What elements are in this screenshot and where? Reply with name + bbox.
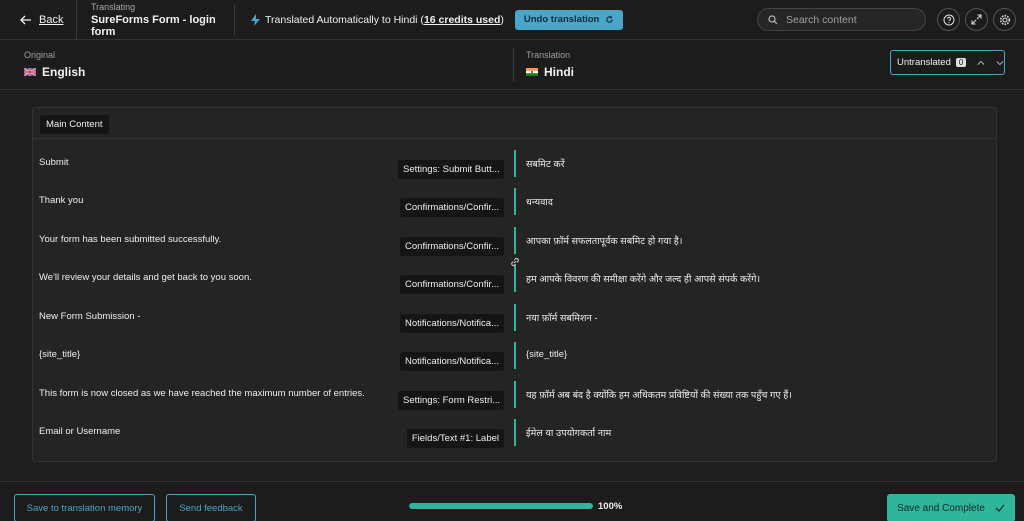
source-text: {site_title} bbox=[39, 349, 81, 360]
undo-label: Undo translation bbox=[523, 14, 600, 25]
source-text: We'll review your details and get back t… bbox=[39, 272, 252, 283]
expand-icon bbox=[971, 14, 982, 25]
credits-used: 16 credits used bbox=[423, 13, 501, 26]
translation-row: {site_title} Notifications/Notifica... {si… bbox=[0, 342, 1024, 387]
context-label: Fields/Text #1: Label bbox=[406, 429, 504, 448]
save-memory-label: Save to translation memory bbox=[26, 502, 143, 514]
translated-indicator bbox=[514, 150, 516, 177]
search-input[interactable] bbox=[786, 13, 916, 26]
india-flag-icon bbox=[526, 68, 538, 76]
progress-fill bbox=[409, 503, 593, 509]
chevron-up-icon[interactable] bbox=[977, 60, 985, 66]
uk-flag-icon bbox=[24, 68, 36, 76]
save-complete-label: Save and Complete bbox=[897, 502, 985, 514]
target-text[interactable]: ईमेल या उपयोगकर्ता नाम bbox=[526, 426, 611, 439]
target-text[interactable]: यह फ़ॉर्म अब बंद है क्योंकि हम अधिकतम प्… bbox=[526, 388, 792, 401]
section-label: Main Content bbox=[40, 115, 109, 134]
chevron-down-icon[interactable] bbox=[996, 60, 1004, 66]
save-and-complete-button[interactable]: Save and Complete bbox=[887, 494, 1015, 521]
context-label: Confirmations/Confir... bbox=[400, 237, 504, 256]
translation-caption: Translation bbox=[526, 50, 571, 60]
auto-translation-text: Translated Automatically to Hindi (16 cr… bbox=[265, 14, 504, 26]
language-bar bbox=[0, 40, 1024, 90]
translation-row: Thank you Confirmations/Confir... धन्यवाद bbox=[0, 188, 1024, 233]
translation-row: New Form Submission - Notifications/Notif… bbox=[0, 304, 1024, 349]
send-feedback-button[interactable]: Send feedback bbox=[166, 494, 256, 521]
translated-indicator bbox=[514, 188, 516, 215]
help-icon bbox=[943, 14, 954, 25]
source-text: Your form has been submitted successfull… bbox=[39, 234, 222, 245]
settings-button[interactable] bbox=[993, 8, 1016, 31]
source-text: Submit bbox=[39, 157, 69, 168]
translated-indicator bbox=[514, 227, 516, 254]
auto-translation-status: Translated Automatically to Hindi (16 cr… bbox=[235, 9, 624, 30]
source-text: This form is now closed as we have reach… bbox=[39, 388, 365, 399]
fullscreen-button[interactable] bbox=[965, 8, 988, 31]
footer-bar: Save to translation memory Send feedback… bbox=[0, 481, 1024, 521]
translation-row: Email or Username Fields/Text #1: Label ईम… bbox=[0, 419, 1024, 464]
translation-row: Submit Settings: Submit Butt... सबमिट करें bbox=[0, 150, 1024, 195]
translation-row: We'll review your details and get back t… bbox=[0, 265, 1024, 310]
translation-language: Translation Hindi bbox=[526, 50, 574, 79]
search-icon bbox=[768, 14, 778, 24]
source-text: Thank you bbox=[39, 195, 84, 206]
context-label: Notifications/Notifica... bbox=[400, 352, 504, 371]
section-divider bbox=[33, 138, 996, 139]
target-text[interactable]: नया फ़ॉर्म सबमिशन - bbox=[526, 311, 598, 324]
source-text: Email or Username bbox=[39, 426, 121, 437]
translated-indicator bbox=[514, 304, 516, 331]
document-title: SureForms Form - login form bbox=[91, 13, 216, 38]
translating-caption: Translating bbox=[91, 1, 136, 12]
source-text: New Form Submission - bbox=[39, 311, 141, 322]
context-label: Notifications/Notifica... bbox=[400, 314, 504, 333]
context-label: Settings: Submit Butt... bbox=[398, 160, 504, 179]
back-button[interactable]: Back bbox=[0, 0, 77, 40]
undo-translation-button[interactable]: Undo translation bbox=[514, 9, 624, 30]
original-caption: Original bbox=[24, 50, 56, 60]
auto-text-end: ) bbox=[500, 13, 504, 26]
target-text[interactable]: {site_title} bbox=[526, 349, 567, 360]
arrow-left-icon bbox=[20, 15, 31, 24]
target-text[interactable]: आपका फ़ॉर्म सफलतापूर्वक सबमिट हो गया है। bbox=[526, 234, 682, 247]
auto-text: Translated Automatically to Hindi ( bbox=[265, 13, 424, 26]
target-text[interactable]: धन्यवाद bbox=[526, 195, 553, 208]
back-label: Back bbox=[39, 13, 64, 26]
translation-row: This form is now closed as we have reach… bbox=[0, 381, 1024, 426]
check-icon bbox=[995, 504, 1005, 512]
search-box[interactable] bbox=[757, 8, 926, 31]
translation-language-name: Hindi bbox=[544, 65, 574, 79]
translated-indicator bbox=[514, 381, 516, 408]
context-label: Confirmations/Confir... bbox=[400, 198, 504, 217]
context-label: Confirmations/Confir... bbox=[400, 275, 504, 294]
progress-percent: 100% bbox=[598, 501, 623, 512]
context-label: Settings: Form Restri... bbox=[398, 391, 504, 410]
filter-label: Untranslated bbox=[897, 57, 951, 68]
translated-indicator bbox=[514, 342, 516, 369]
translated-indicator bbox=[514, 419, 516, 446]
feedback-label: Send feedback bbox=[179, 502, 243, 514]
undo-icon bbox=[606, 15, 614, 23]
save-to-memory-button[interactable]: Save to translation memory bbox=[14, 494, 155, 521]
gear-icon bbox=[999, 14, 1010, 25]
language-divider bbox=[513, 48, 514, 82]
target-text[interactable]: हम आपके विवरण की समीक्षा करेंगे और जल्द … bbox=[526, 272, 760, 285]
title-block: Translating SureForms Form - login form bbox=[77, 1, 235, 38]
lightning-icon bbox=[251, 13, 260, 26]
untranslated-filter[interactable]: Untranslated 0 bbox=[890, 50, 1005, 75]
translated-indicator bbox=[514, 265, 516, 292]
original-language: Original English bbox=[24, 50, 85, 79]
link-icon[interactable] bbox=[509, 256, 521, 268]
help-button[interactable] bbox=[937, 8, 960, 31]
untranslated-count: 0 bbox=[955, 58, 967, 67]
progress-bar bbox=[409, 503, 593, 509]
target-text[interactable]: सबमिट करें bbox=[526, 157, 565, 170]
original-language-name: English bbox=[42, 65, 86, 79]
